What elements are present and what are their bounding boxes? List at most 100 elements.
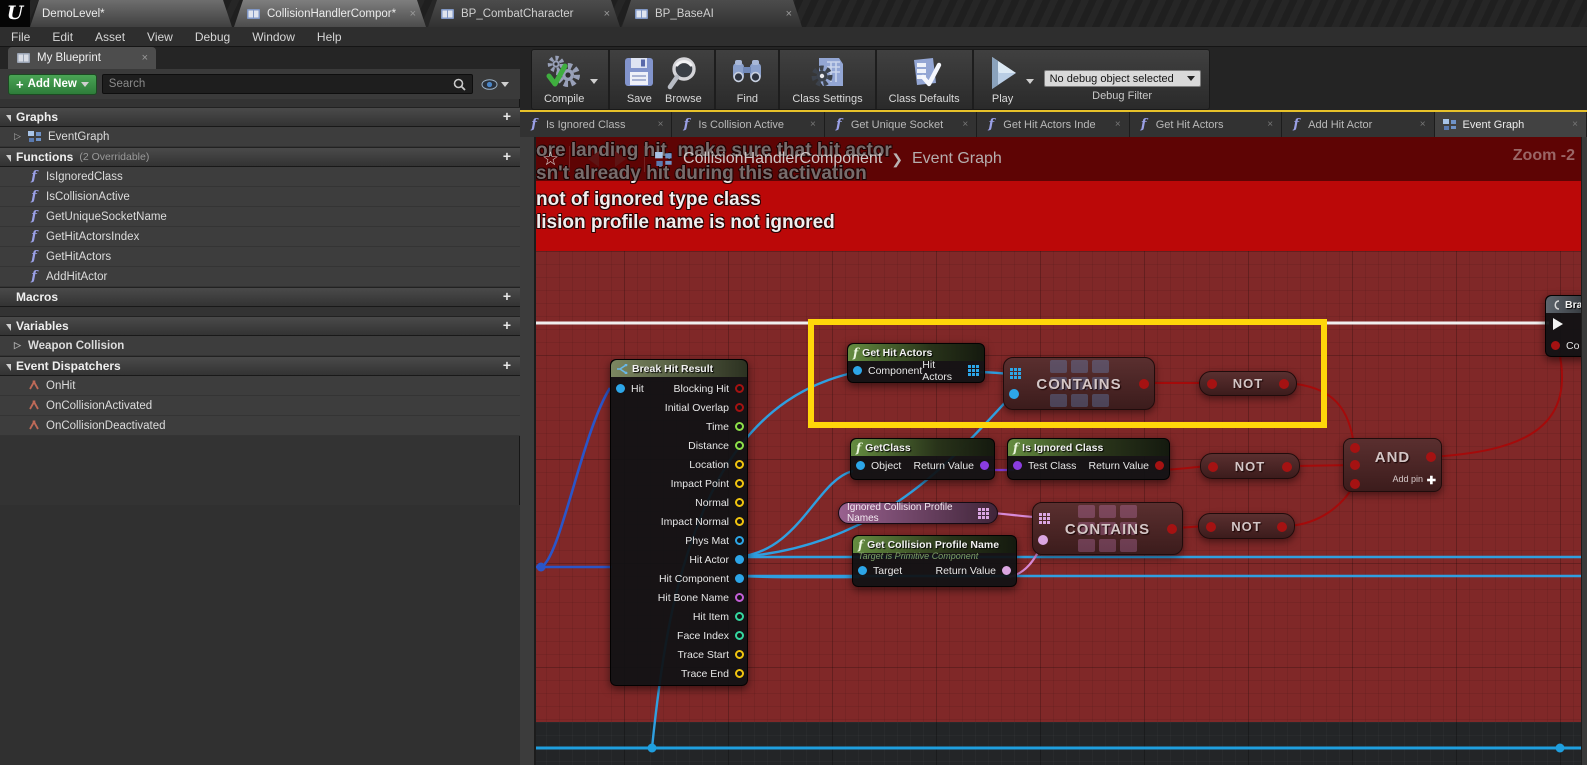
- pin-location[interactable]: [735, 460, 744, 469]
- node-not-2[interactable]: NOT: [1200, 453, 1300, 479]
- close-icon[interactable]: ×: [962, 119, 968, 130]
- pin-exec-in[interactable]: [1553, 318, 1563, 330]
- graph-scrollbar[interactable]: [1581, 137, 1587, 765]
- play-options-caret[interactable]: [1026, 79, 1034, 84]
- pin-output[interactable]: [1282, 462, 1292, 472]
- menu-asset[interactable]: Asset: [84, 30, 136, 44]
- pin-output[interactable]: [1426, 452, 1436, 462]
- visibility-filter[interactable]: [478, 79, 512, 90]
- add-function-button[interactable]: +: [498, 149, 516, 165]
- node-is-ignored-class[interactable]: fIs Ignored Class Test Class Return Valu…: [1007, 438, 1170, 480]
- add-dispatcher-button[interactable]: +: [498, 358, 516, 374]
- pin-names-array[interactable]: [978, 508, 989, 519]
- close-icon[interactable]: ×: [810, 119, 816, 130]
- node-ignored-collision-profile-names[interactable]: Ignored Collision Profile Names: [838, 502, 998, 524]
- pin-trace-end[interactable]: [735, 669, 744, 678]
- close-icon[interactable]: ×: [1115, 119, 1121, 130]
- pin-condition[interactable]: [1551, 341, 1560, 350]
- menu-help[interactable]: Help: [306, 30, 353, 44]
- node-not-3[interactable]: NOT: [1198, 513, 1295, 539]
- section-variables[interactable]: Variables +: [0, 316, 520, 336]
- pin-input[interactable]: [1207, 379, 1217, 389]
- pin-item-to-find[interactable]: [1009, 389, 1019, 399]
- pin-item-to-find[interactable]: [1038, 535, 1048, 545]
- node-contains-hit-actors[interactable]: CONTAINS: [1003, 357, 1155, 410]
- menu-edit[interactable]: Edit: [41, 30, 84, 44]
- tree-item-function[interactable]: fIsCollisionActive: [0, 187, 520, 207]
- pin-test-class[interactable]: [1013, 461, 1022, 470]
- add-macro-button[interactable]: +: [498, 289, 516, 305]
- pin-result[interactable]: [1139, 379, 1149, 389]
- graph-tab-get-hit-actors[interactable]: fGet Hit Actors×: [1130, 112, 1282, 137]
- pin-normal[interactable]: [735, 498, 744, 507]
- unreal-logo-icon[interactable]: U: [0, 0, 30, 27]
- node-break-hit-result[interactable]: Break Hit Result Hit Blocking Hit Initia…: [610, 359, 748, 686]
- section-functions[interactable]: Functions (2 Overridable) +: [0, 147, 520, 167]
- pin-target[interactable]: [858, 566, 867, 575]
- add-variable-button[interactable]: +: [498, 318, 516, 334]
- pin-initial-overlap[interactable]: [735, 403, 744, 412]
- graph-tab-is-ignored-class[interactable]: fIs Ignored Class×: [520, 112, 672, 137]
- panel-splitter[interactable]: [520, 137, 536, 765]
- close-icon[interactable]: ×: [786, 8, 792, 20]
- section-macros[interactable]: Macros +: [0, 287, 520, 307]
- pin-return-value[interactable]: [1002, 566, 1011, 575]
- pin-blocking-hit[interactable]: [735, 384, 744, 393]
- close-icon[interactable]: ×: [1572, 119, 1578, 130]
- menu-debug[interactable]: Debug: [184, 30, 241, 44]
- node-get-hit-actors[interactable]: fGet Hit Actors Component Hit Actors: [847, 343, 985, 383]
- doc-tab-combatcharacter[interactable]: BP_CombatCharacter ×: [428, 0, 620, 27]
- expander-icon[interactable]: ▷: [14, 131, 22, 142]
- graph-tab-get-hit-actors-index[interactable]: fGet Hit Actors Inde×: [977, 112, 1129, 137]
- tree-item-dispatcher[interactable]: OnHit: [0, 376, 520, 396]
- tree-item-variable-category[interactable]: ▷ Weapon Collision: [0, 336, 520, 356]
- breadcrumb-root[interactable]: CollisionHandlerComponent: [683, 150, 882, 168]
- tree-item-function[interactable]: fIsIgnoredClass: [0, 167, 520, 187]
- browse-button[interactable]: Browse: [660, 53, 706, 105]
- close-icon[interactable]: ×: [658, 119, 664, 130]
- pin-time[interactable]: [735, 422, 744, 431]
- pin-input[interactable]: [1206, 522, 1216, 532]
- tree-item-dispatcher[interactable]: OnCollisionActivated: [0, 396, 520, 416]
- pin-hit-actors-array[interactable]: [968, 365, 979, 376]
- search-input[interactable]: [109, 78, 453, 90]
- doc-tab-baseai[interactable]: BP_BaseAI ×: [622, 0, 802, 27]
- pin-return-value[interactable]: [980, 461, 989, 470]
- play-button[interactable]: Play: [982, 53, 1024, 105]
- pin-input-a[interactable]: [1350, 443, 1360, 453]
- tree-item-function[interactable]: fAddHitActor: [0, 267, 520, 287]
- pin-hit-item[interactable]: [735, 612, 744, 621]
- close-icon[interactable]: ×: [410, 8, 416, 20]
- add-pin-icon[interactable]: ✚: [1427, 474, 1436, 487]
- menu-window[interactable]: Window: [241, 30, 306, 44]
- event-graph-viewport[interactable]: ore landing hit, make sure that hit acto…: [520, 137, 1587, 765]
- pin-object[interactable]: [856, 461, 865, 470]
- pin-output[interactable]: [1279, 379, 1289, 389]
- pin-face-index[interactable]: [735, 631, 744, 640]
- pin-result[interactable]: [1167, 524, 1177, 534]
- section-graphs[interactable]: Graphs +: [0, 107, 520, 127]
- pin-trace-start[interactable]: [735, 650, 744, 659]
- pin-return-value[interactable]: [1155, 461, 1164, 470]
- close-icon[interactable]: ×: [604, 8, 610, 20]
- pin-input[interactable]: [1208, 462, 1218, 472]
- expander-icon[interactable]: ▷: [14, 340, 22, 351]
- pin-impact-normal[interactable]: [735, 517, 744, 526]
- pin-target-array[interactable]: [1039, 513, 1050, 524]
- node-and[interactable]: AND Add pin ✚: [1343, 438, 1442, 492]
- doc-tab-demolevel[interactable]: DemoLevel*: [30, 0, 232, 27]
- menu-file[interactable]: File: [0, 30, 41, 44]
- nav-back-icon[interactable]: [588, 151, 599, 167]
- tree-item-function[interactable]: fGetHitActors: [0, 247, 520, 267]
- add-new-button[interactable]: + Add New: [8, 74, 97, 95]
- pin-impact-point[interactable]: [735, 479, 744, 488]
- pin-hit-actor[interactable]: [735, 555, 744, 564]
- doc-tab-collisionhandler[interactable]: CollisionHandlerCompor* ×: [234, 0, 426, 27]
- close-icon[interactable]: ×: [1267, 119, 1273, 130]
- graph-tab-add-hit-actor[interactable]: fAdd Hit Actor×: [1282, 112, 1434, 137]
- pin-output[interactable]: [1277, 522, 1287, 532]
- save-button[interactable]: Save: [618, 53, 660, 105]
- tree-item-dispatcher[interactable]: OnCollisionDeactivated: [0, 416, 520, 436]
- pin-hit-component[interactable]: [735, 574, 744, 583]
- node-get-collision-profile-name[interactable]: fGet Collision Profile Name Target is Pr…: [852, 535, 1017, 587]
